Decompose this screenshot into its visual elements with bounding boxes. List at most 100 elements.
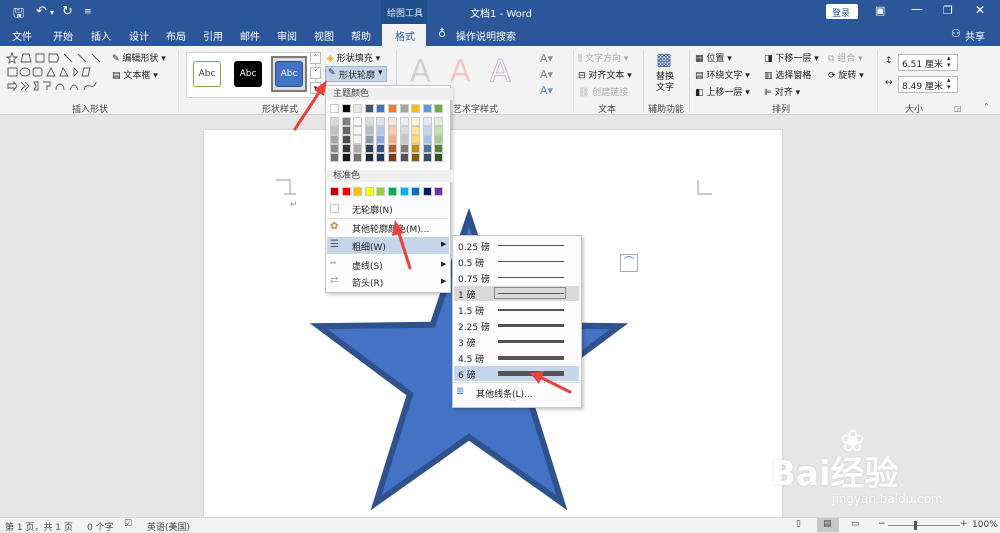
layout-options-icon[interactable]: ⌒	[620, 254, 638, 272]
tell-me-search[interactable]: 操作说明搜索	[456, 28, 516, 43]
align-text-button[interactable]: ⊟ 对齐文本 ▾	[578, 68, 632, 81]
theme-color-swatch[interactable]	[341, 126, 351, 135]
weight-option[interactable]: 6 磅	[454, 366, 579, 381]
shape-width-input[interactable]: 8.49 厘米 ▴ ▾	[898, 76, 958, 93]
theme-color-swatch[interactable]	[422, 153, 432, 162]
theme-color-swatch[interactable]	[434, 126, 444, 135]
save-icon[interactable]: 🖫	[13, 4, 24, 26]
style-abc-outline[interactable]: Abc	[193, 61, 221, 87]
ribbon-display-icon[interactable]: ▣	[875, 4, 885, 17]
shape-gallery[interactable]	[5, 51, 106, 96]
theme-color-swatch[interactable]	[411, 104, 421, 113]
tab-help[interactable]: 帮助	[351, 28, 371, 43]
create-link-button[interactable]: ⛓ 创建链接	[578, 85, 628, 98]
theme-color-swatch[interactable]	[353, 117, 363, 126]
theme-color-swatch[interactable]	[399, 135, 409, 144]
theme-color-swatch[interactable]	[330, 104, 339, 113]
wrap-text-button[interactable]: ▤ 环绕文字 ▾	[695, 68, 750, 81]
theme-color-swatch[interactable]	[376, 117, 386, 126]
tab-design[interactable]: 设计	[129, 28, 149, 43]
theme-color-swatch[interactable]	[388, 153, 397, 162]
theme-color-swatch[interactable]	[376, 126, 386, 135]
zoom-slider[interactable]	[888, 525, 960, 526]
theme-color-swatch[interactable]	[434, 135, 444, 144]
tab-view[interactable]: 视图	[314, 28, 334, 43]
zoom-in-icon[interactable]: +	[960, 519, 968, 529]
theme-color-swatch[interactable]	[376, 144, 386, 153]
theme-color-swatch[interactable]	[411, 117, 421, 126]
spinner-icon[interactable]: ▴ ▾	[947, 55, 951, 69]
theme-color-swatch[interactable]	[388, 135, 397, 144]
standard-color-swatch[interactable]	[364, 187, 374, 196]
text-box-button[interactable]: ▤ 文本框 ▾	[112, 68, 158, 81]
standard-color-swatch[interactable]	[388, 187, 397, 196]
theme-color-swatch[interactable]	[422, 135, 432, 144]
shape-fill-button[interactable]: ◈ 形状填充 ▾	[327, 51, 380, 64]
zoom-slider-thumb[interactable]	[914, 521, 917, 530]
chevron-down-icon[interactable]: ▾	[50, 8, 54, 17]
theme-color-swatch[interactable]	[376, 104, 386, 113]
theme-color-swatch[interactable]	[388, 144, 397, 153]
wordart-style-2[interactable]: A	[450, 54, 471, 89]
theme-color-swatch[interactable]	[330, 144, 339, 153]
weight-option[interactable]: 4.5 磅	[454, 350, 579, 365]
weight-option[interactable]: 0.5 磅	[454, 254, 579, 269]
theme-color-swatch[interactable]	[399, 117, 409, 126]
send-backward-button[interactable]: ◨ 下移一层 ▾	[764, 51, 819, 64]
shape-height-input[interactable]: 6.51 厘米 ▴ ▾	[898, 54, 958, 71]
wordart-style-1[interactable]: A	[410, 54, 431, 89]
standard-color-swatch[interactable]	[341, 187, 351, 196]
theme-color-swatch[interactable]	[434, 144, 444, 153]
position-button[interactable]: ▦ 位置 ▾	[695, 51, 732, 64]
dashes-item[interactable]: ┅ 虚线(S) ▶	[330, 258, 446, 272]
minimize-icon[interactable]: —	[911, 2, 923, 16]
theme-color-swatch[interactable]	[341, 153, 351, 162]
theme-color-swatch[interactable]	[376, 153, 386, 162]
theme-color-swatch[interactable]	[341, 144, 351, 153]
theme-color-swatch[interactable]	[411, 126, 421, 135]
standard-color-swatch[interactable]	[376, 187, 386, 196]
read-mode-icon[interactable]: ▯	[796, 519, 801, 529]
restore-icon[interactable]: ❐	[943, 4, 953, 17]
tab-file[interactable]: 文件	[12, 28, 32, 43]
proofing-icon[interactable]: ☑	[124, 519, 132, 529]
redo-icon[interactable]: ↻	[62, 4, 73, 19]
chevron-up-icon[interactable]: ˄	[310, 52, 321, 64]
theme-color-swatch[interactable]	[422, 126, 432, 135]
wordart-style-3[interactable]: A	[490, 54, 512, 90]
tab-review[interactable]: 审阅	[277, 28, 297, 43]
theme-color-swatch[interactable]	[411, 153, 421, 162]
theme-color-swatch[interactable]	[330, 153, 339, 162]
theme-color-swatch[interactable]	[388, 104, 397, 113]
theme-color-swatch[interactable]	[388, 117, 397, 126]
theme-color-swatch[interactable]	[399, 104, 409, 113]
group-button[interactable]: ⧉ 组合 ▾	[828, 51, 863, 64]
text-direction-button[interactable]: ⫼ 文字方向 ▾	[578, 51, 628, 64]
theme-color-swatch[interactable]	[364, 104, 374, 113]
language[interactable]: 英语(美国)	[147, 520, 190, 533]
tab-insert[interactable]: 插入	[91, 28, 111, 43]
theme-color-swatch[interactable]	[399, 153, 409, 162]
align-button[interactable]: ⊫ 对齐 ▾	[764, 85, 800, 98]
undo-icon[interactable]: ↶	[36, 4, 47, 19]
tab-layout[interactable]: 布局	[166, 28, 186, 43]
bring-forward-button[interactable]: ◧ 上移一层 ▾	[695, 85, 750, 98]
style-abc-black[interactable]: Abc	[234, 61, 262, 87]
theme-color-swatch[interactable]	[388, 126, 397, 135]
close-icon[interactable]: ✕	[975, 3, 985, 17]
theme-color-swatch[interactable]	[434, 117, 444, 126]
theme-color-swatch[interactable]	[364, 153, 374, 162]
standard-color-swatch[interactable]	[330, 187, 339, 196]
theme-color-swatch[interactable]	[422, 144, 432, 153]
theme-color-swatch[interactable]	[364, 126, 374, 135]
theme-color-swatch[interactable]	[330, 135, 339, 144]
tab-references[interactable]: 引用	[203, 28, 223, 43]
theme-color-swatch[interactable]	[341, 104, 351, 113]
edit-shape-button[interactable]: ✎ 编辑形状 ▾	[112, 51, 166, 64]
theme-color-swatch[interactable]	[434, 153, 444, 162]
arrows-item[interactable]: ⇄ 箭头(R) ▶	[330, 275, 446, 289]
weight-option[interactable]: 0.75 磅	[454, 270, 579, 285]
alt-text-button[interactable]: ▩ 替换文字	[651, 50, 681, 98]
gallery-scroll[interactable]: ˄ ˅ ▾	[310, 52, 321, 96]
weight-option[interactable]: 0.25 磅	[454, 238, 579, 253]
